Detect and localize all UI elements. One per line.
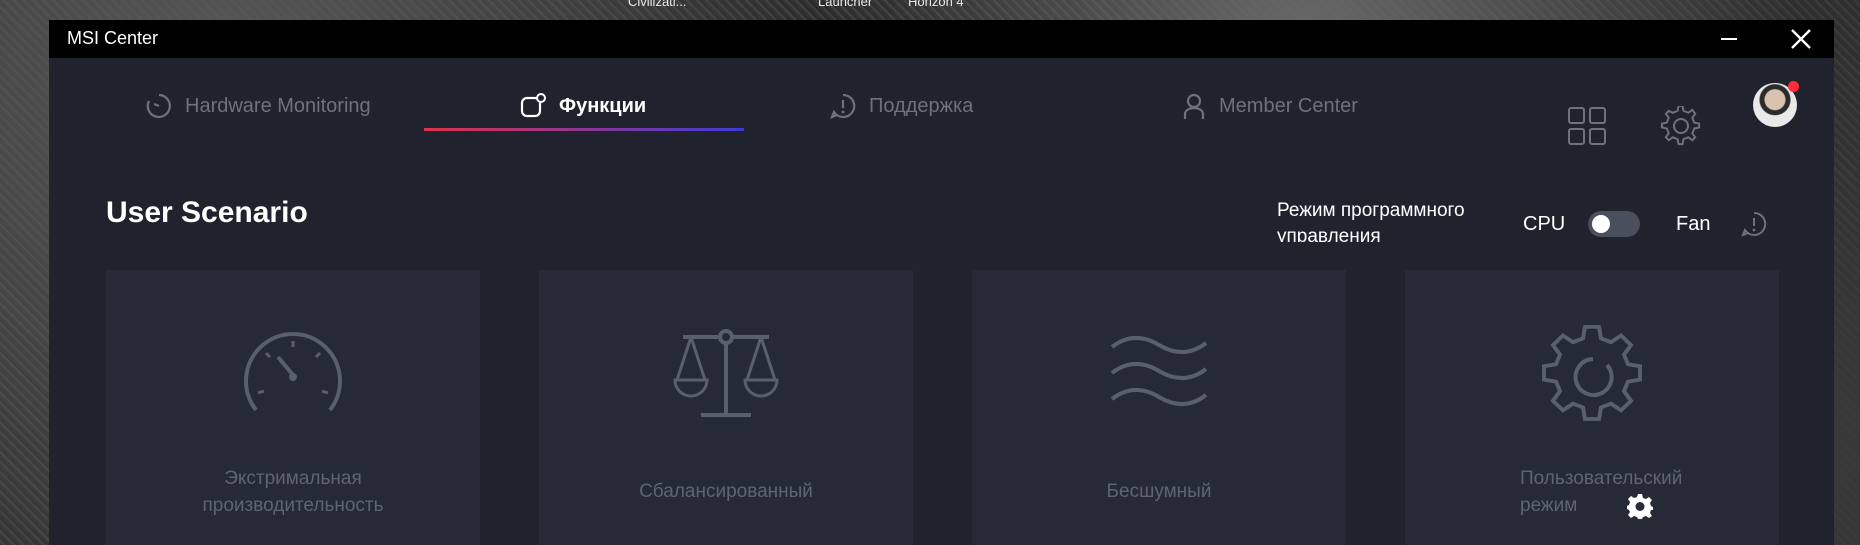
cpu-label: CPU [1523, 213, 1566, 235]
minimize-icon [1721, 38, 1737, 40]
fan-label: Fan [1676, 213, 1711, 235]
card-label-line1: Пользовательский [1520, 468, 1683, 489]
cpu-fan-toggle[interactable] [1588, 211, 1640, 237]
page-title: User Scenario [106, 196, 308, 229]
tab-functions[interactable]: Функции [519, 86, 646, 126]
scenario-card-balanced[interactable]: Сбалансированный [539, 270, 913, 545]
features-icon [520, 93, 546, 118]
card-label: Экстримальная производительность [106, 465, 480, 519]
info-button[interactable] [1740, 210, 1768, 243]
software-control-mode-label: Режим программного управления [1277, 200, 1465, 242]
gear-icon [1627, 494, 1653, 519]
settings-button[interactable] [1660, 106, 1702, 148]
card-label-line1: Бесшумный [1106, 481, 1212, 502]
scenario-card-silent[interactable]: Бесшумный [972, 270, 1346, 545]
active-tab-underline [424, 128, 744, 131]
title-bar[interactable]: MSI Center [49, 20, 1834, 58]
card-label-line2: производительность [202, 495, 384, 516]
info-icon [1741, 211, 1767, 237]
window-title: MSI Center [67, 28, 159, 48]
tab-label: Hardware Monitoring [185, 94, 371, 117]
avatar[interactable] [1753, 81, 1799, 127]
close-icon [1791, 29, 1811, 49]
card-label: Бесшумный [972, 478, 1346, 505]
scenario-card-extreme[interactable]: Экстримальная производительность [106, 270, 480, 545]
desktop-label-horizon[interactable]: Horizon 4 [908, 0, 964, 9]
card-label-line1: Экстримальная [224, 468, 362, 489]
settings-icon [1660, 106, 1701, 146]
tab-label: Функции [559, 94, 647, 117]
desktop-label-civilization[interactable]: Civilizati... [628, 0, 687, 9]
grid-view-button[interactable] [1567, 106, 1607, 146]
tab-label: Member Center [1219, 94, 1358, 117]
tab-hardware-monitoring[interactable]: Hardware Monitoring [145, 86, 371, 126]
desktop-icon-labels: Civilizati... Launcher Horizon 4 [0, 0, 1860, 10]
main-nav: Hardware Monitoring Функции Поддержка Me… [49, 58, 1834, 158]
tab-support[interactable]: Поддержка [829, 86, 973, 126]
scenario-card-custom[interactable]: Пользовательский режим [1405, 270, 1779, 545]
support-icon [830, 93, 856, 119]
tab-member-center[interactable]: Member Center [1181, 86, 1358, 126]
msi-center-window: MSI Center Hardware Monitoring Функции П… [49, 20, 1834, 545]
waves-icon [1110, 336, 1208, 406]
user-icon [1183, 93, 1205, 119]
custom-mode-settings-button[interactable] [1627, 493, 1653, 524]
tab-label: Поддержка [869, 94, 974, 117]
desktop-label-launcher[interactable]: Launcher [818, 0, 872, 9]
notification-dot [1788, 81, 1799, 92]
grid-icon [1568, 107, 1606, 145]
gear-icon [1542, 325, 1642, 421]
card-label-line2: режим [1520, 495, 1578, 516]
card-label-line1: Сбалансированный [639, 481, 813, 502]
speedometer-icon [244, 332, 342, 412]
toggle-knob [1592, 215, 1610, 233]
close-button[interactable] [1771, 20, 1831, 58]
gauge-icon [146, 93, 171, 119]
card-label: Пользовательский режим [1520, 465, 1720, 519]
minimize-button[interactable] [1699, 20, 1759, 58]
card-label: Сбалансированный [539, 478, 913, 505]
balance-scale-icon [673, 329, 779, 417]
